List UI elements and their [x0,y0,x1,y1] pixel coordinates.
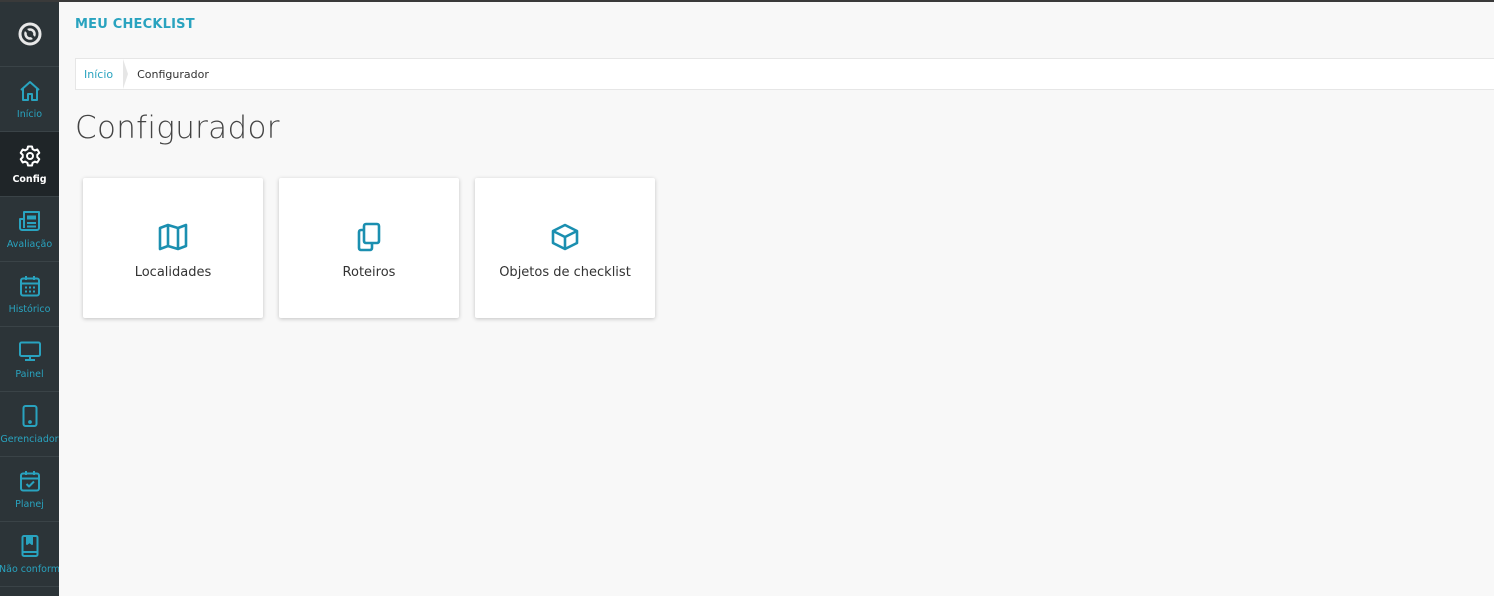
main-content: MEU CHECKLIST Início Configurador Config… [59,2,1494,596]
sidebar: Início Config Avaliação Histórico Painel… [0,2,59,596]
sidebar-item-inicio[interactable]: Início [0,67,59,132]
card-grid: Localidades Roteiros Objetos de checklis… [83,178,655,318]
breadcrumb-home-link[interactable]: Início [76,68,123,81]
mobile-icon [22,404,37,427]
sidebar-item-label: Avaliação [6,238,53,250]
card-label: Objetos de checklist [499,264,631,280]
calendar-icon [19,275,40,296]
card-label: Roteiros [342,264,396,280]
copy-icon [357,222,381,251]
gear-icon [19,145,40,166]
card-label: Localidades [134,264,212,280]
logo[interactable] [0,2,59,67]
bookmark-book-icon [21,534,38,557]
sidebar-item-planej[interactable]: Planej [0,457,59,522]
map-icon [158,223,188,250]
monitor-icon [18,341,41,361]
sidebar-item-label: Não conform [0,563,59,575]
sidebar-item-label: Início [16,108,43,120]
sidebar-item-gerenciador[interactable]: Gerenciador [0,392,59,457]
sidebar-item-nao-conform[interactable]: Não conform [0,522,59,587]
card-localidades[interactable]: Localidades [83,178,263,318]
breadcrumb-separator [123,59,129,89]
sidebar-item-label: Histórico [8,303,51,315]
breadcrumb-current: Configurador [137,67,209,81]
newspaper-icon [18,210,40,231]
logo-icon [18,22,41,46]
home-icon [19,80,40,101]
sidebar-item-label: Planej [15,498,44,510]
sidebar-item-painel[interactable]: Painel [0,327,59,392]
page-title: Configurador [75,110,280,146]
box-icon [551,223,579,250]
sidebar-item-label: Gerenciador [0,433,59,445]
sidebar-item-label: Config [12,173,47,185]
card-roteiros[interactable]: Roteiros [279,178,459,318]
card-objetos-de-checklist[interactable]: Objetos de checklist [475,178,655,318]
sidebar-item-historico[interactable]: Histórico [0,262,59,327]
sidebar-item-config[interactable]: Config [0,132,59,197]
sidebar-item-label: Painel [15,368,44,380]
app-title: MEU CHECKLIST [75,17,195,32]
sidebar-item-avaliacao[interactable]: Avaliação [0,197,59,262]
calendar-check-icon [19,470,40,491]
breadcrumb: Início Configurador [75,58,1494,90]
